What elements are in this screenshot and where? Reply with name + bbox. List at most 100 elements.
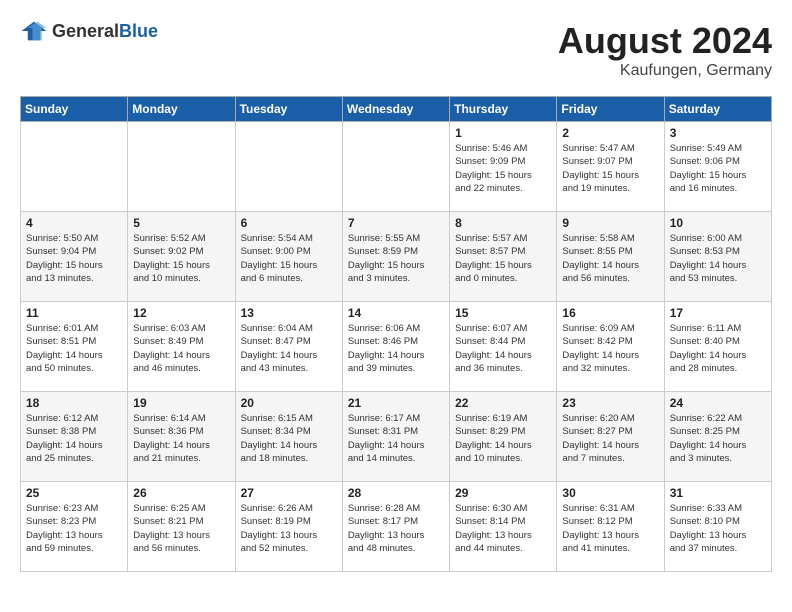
day-number: 11 bbox=[26, 306, 122, 320]
weekday-header-tuesday: Tuesday bbox=[235, 97, 342, 122]
day-info: Sunrise: 6:15 AM Sunset: 8:34 PM Dayligh… bbox=[241, 412, 337, 465]
calendar-cell: 30 Sunrise: 6:31 AM Sunset: 8:12 PM Dayli… bbox=[557, 482, 664, 572]
calendar-cell: 8Sunrise: 5:57 AM Sunset: 8:57 PM Daylig… bbox=[450, 212, 557, 302]
day-number: 31 bbox=[670, 486, 766, 500]
calendar-cell: 3 Sunrise: 5:49 AM Sunset: 9:06 PM Daylig… bbox=[664, 122, 771, 212]
day-info: Sunrise: 6:22 AM Sunset: 8:25 PM Dayligh… bbox=[670, 412, 766, 465]
day-number: 6 bbox=[241, 216, 337, 230]
day-number: 1 bbox=[455, 126, 551, 140]
day-info: Sunrise: 6:04 AM Sunset: 8:47 PM Dayligh… bbox=[241, 322, 337, 375]
calendar-cell bbox=[128, 122, 235, 212]
day-info: Sunrise: 5:58 AM Sunset: 8:55 PM Dayligh… bbox=[562, 232, 658, 285]
day-number: 22 bbox=[455, 396, 551, 410]
day-number: 24 bbox=[670, 396, 766, 410]
calendar-cell bbox=[21, 122, 128, 212]
month-title: August 2024 bbox=[558, 20, 772, 62]
day-number: 27 bbox=[241, 486, 337, 500]
calendar-cell: 31 Sunrise: 6:33 AM Sunset: 8:10 PM Dayli… bbox=[664, 482, 771, 572]
day-info: Sunrise: 5:54 AM Sunset: 9:00 PM Dayligh… bbox=[241, 232, 337, 285]
calendar-cell: 26 Sunrise: 6:25 AM Sunset: 8:21 PM Dayli… bbox=[128, 482, 235, 572]
day-number: 4 bbox=[26, 216, 122, 230]
calendar-cell: 10 Sunrise: 6:00 AM Sunset: 8:53 PM Dayli… bbox=[664, 212, 771, 302]
day-number: 9 bbox=[562, 216, 658, 230]
calendar-cell: 12 Sunrise: 6:03 AM Sunset: 8:49 PM Dayli… bbox=[128, 302, 235, 392]
calendar-cell: 1Sunrise: 5:46 AM Sunset: 9:09 PM Daylig… bbox=[450, 122, 557, 212]
calendar-cell: 15Sunrise: 6:07 AM Sunset: 8:44 PM Dayli… bbox=[450, 302, 557, 392]
calendar-cell: 23Sunrise: 6:20 AM Sunset: 8:27 PM Dayli… bbox=[557, 392, 664, 482]
title-block: August 2024 Kaufungen, Germany bbox=[558, 20, 772, 80]
day-info: Sunrise: 6:03 AM Sunset: 8:49 PM Dayligh… bbox=[133, 322, 229, 375]
calendar-cell: 7Sunrise: 5:55 AM Sunset: 8:59 PM Daylig… bbox=[342, 212, 449, 302]
day-number: 16 bbox=[562, 306, 658, 320]
calendar-table: SundayMondayTuesdayWednesdayThursdayFrid… bbox=[20, 96, 772, 572]
calendar-cell: 22 Sunrise: 6:19 AM Sunset: 8:29 PM Dayli… bbox=[450, 392, 557, 482]
day-number: 2 bbox=[562, 126, 658, 140]
day-number: 28 bbox=[348, 486, 444, 500]
day-info: Sunrise: 6:00 AM Sunset: 8:53 PM Dayligh… bbox=[670, 232, 766, 285]
day-info: Sunrise: 6:28 AM Sunset: 8:17 PM Dayligh… bbox=[348, 502, 444, 555]
day-info: Sunrise: 6:09 AM Sunset: 8:42 PM Dayligh… bbox=[562, 322, 658, 375]
day-info: Sunrise: 6:33 AM Sunset: 8:10 PM Dayligh… bbox=[670, 502, 766, 555]
calendar-cell: 21 Sunrise: 6:17 AM Sunset: 8:31 PM Dayli… bbox=[342, 392, 449, 482]
calendar-cell: 2Sunrise: 5:47 AM Sunset: 9:07 PM Daylig… bbox=[557, 122, 664, 212]
day-number: 10 bbox=[670, 216, 766, 230]
weekday-header-row: SundayMondayTuesdayWednesdayThursdayFrid… bbox=[21, 97, 772, 122]
weekday-header-thursday: Thursday bbox=[450, 97, 557, 122]
logo-blue: Blue bbox=[119, 21, 158, 41]
day-number: 19 bbox=[133, 396, 229, 410]
calendar-cell: 14Sunrise: 6:06 AM Sunset: 8:46 PM Dayli… bbox=[342, 302, 449, 392]
day-info: Sunrise: 5:50 AM Sunset: 9:04 PM Dayligh… bbox=[26, 232, 122, 285]
calendar-week-row-3: 11Sunrise: 6:01 AM Sunset: 8:51 PM Dayli… bbox=[21, 302, 772, 392]
general-blue-icon bbox=[20, 20, 48, 42]
calendar-cell: 11Sunrise: 6:01 AM Sunset: 8:51 PM Dayli… bbox=[21, 302, 128, 392]
day-info: Sunrise: 6:17 AM Sunset: 8:31 PM Dayligh… bbox=[348, 412, 444, 465]
calendar-cell: 19 Sunrise: 6:14 AM Sunset: 8:36 PM Dayli… bbox=[128, 392, 235, 482]
day-info: Sunrise: 6:19 AM Sunset: 8:29 PM Dayligh… bbox=[455, 412, 551, 465]
day-number: 29 bbox=[455, 486, 551, 500]
calendar-cell bbox=[342, 122, 449, 212]
calendar-cell: 29 Sunrise: 6:30 AM Sunset: 8:14 PM Dayli… bbox=[450, 482, 557, 572]
day-number: 13 bbox=[241, 306, 337, 320]
day-number: 18 bbox=[26, 396, 122, 410]
day-info: Sunrise: 5:49 AM Sunset: 9:06 PM Dayligh… bbox=[670, 142, 766, 195]
day-number: 17 bbox=[670, 306, 766, 320]
weekday-header-wednesday: Wednesday bbox=[342, 97, 449, 122]
calendar-cell: 18Sunrise: 6:12 AM Sunset: 8:38 PM Dayli… bbox=[21, 392, 128, 482]
day-number: 12 bbox=[133, 306, 229, 320]
calendar-week-row-1: 1Sunrise: 5:46 AM Sunset: 9:09 PM Daylig… bbox=[21, 122, 772, 212]
day-info: Sunrise: 6:26 AM Sunset: 8:19 PM Dayligh… bbox=[241, 502, 337, 555]
day-info: Sunrise: 6:11 AM Sunset: 8:40 PM Dayligh… bbox=[670, 322, 766, 375]
weekday-header-friday: Friday bbox=[557, 97, 664, 122]
logo-general: General bbox=[52, 21, 119, 41]
calendar-cell: 6 Sunrise: 5:54 AM Sunset: 9:00 PM Daylig… bbox=[235, 212, 342, 302]
day-number: 26 bbox=[133, 486, 229, 500]
calendar-cell: 28 Sunrise: 6:28 AM Sunset: 8:17 PM Dayli… bbox=[342, 482, 449, 572]
day-number: 15 bbox=[455, 306, 551, 320]
day-info: Sunrise: 6:23 AM Sunset: 8:23 PM Dayligh… bbox=[26, 502, 122, 555]
day-info: Sunrise: 6:31 AM Sunset: 8:12 PM Dayligh… bbox=[562, 502, 658, 555]
day-number: 21 bbox=[348, 396, 444, 410]
day-info: Sunrise: 6:30 AM Sunset: 8:14 PM Dayligh… bbox=[455, 502, 551, 555]
day-number: 5 bbox=[133, 216, 229, 230]
calendar-cell: 20Sunrise: 6:15 AM Sunset: 8:34 PM Dayli… bbox=[235, 392, 342, 482]
weekday-header-saturday: Saturday bbox=[664, 97, 771, 122]
calendar-cell: 13 Sunrise: 6:04 AM Sunset: 8:47 PM Dayli… bbox=[235, 302, 342, 392]
day-number: 23 bbox=[562, 396, 658, 410]
calendar-week-row-5: 25 Sunrise: 6:23 AM Sunset: 8:23 PM Dayli… bbox=[21, 482, 772, 572]
calendar-week-row-2: 4 Sunrise: 5:50 AM Sunset: 9:04 PM Daylig… bbox=[21, 212, 772, 302]
day-number: 25 bbox=[26, 486, 122, 500]
calendar-week-row-4: 18Sunrise: 6:12 AM Sunset: 8:38 PM Dayli… bbox=[21, 392, 772, 482]
day-info: Sunrise: 6:14 AM Sunset: 8:36 PM Dayligh… bbox=[133, 412, 229, 465]
day-number: 30 bbox=[562, 486, 658, 500]
calendar-cell: 4 Sunrise: 5:50 AM Sunset: 9:04 PM Daylig… bbox=[21, 212, 128, 302]
day-number: 3 bbox=[670, 126, 766, 140]
calendar-cell: 9 Sunrise: 5:58 AM Sunset: 8:55 PM Daylig… bbox=[557, 212, 664, 302]
calendar-cell bbox=[235, 122, 342, 212]
day-info: Sunrise: 5:57 AM Sunset: 8:57 PM Dayligh… bbox=[455, 232, 551, 285]
calendar-cell: 5Sunrise: 5:52 AM Sunset: 9:02 PM Daylig… bbox=[128, 212, 235, 302]
weekday-header-monday: Monday bbox=[128, 97, 235, 122]
calendar-cell: 16 Sunrise: 6:09 AM Sunset: 8:42 PM Dayli… bbox=[557, 302, 664, 392]
day-info: Sunrise: 6:25 AM Sunset: 8:21 PM Dayligh… bbox=[133, 502, 229, 555]
day-info: Sunrise: 6:06 AM Sunset: 8:46 PM Dayligh… bbox=[348, 322, 444, 375]
logo: GeneralBlue bbox=[20, 20, 158, 42]
